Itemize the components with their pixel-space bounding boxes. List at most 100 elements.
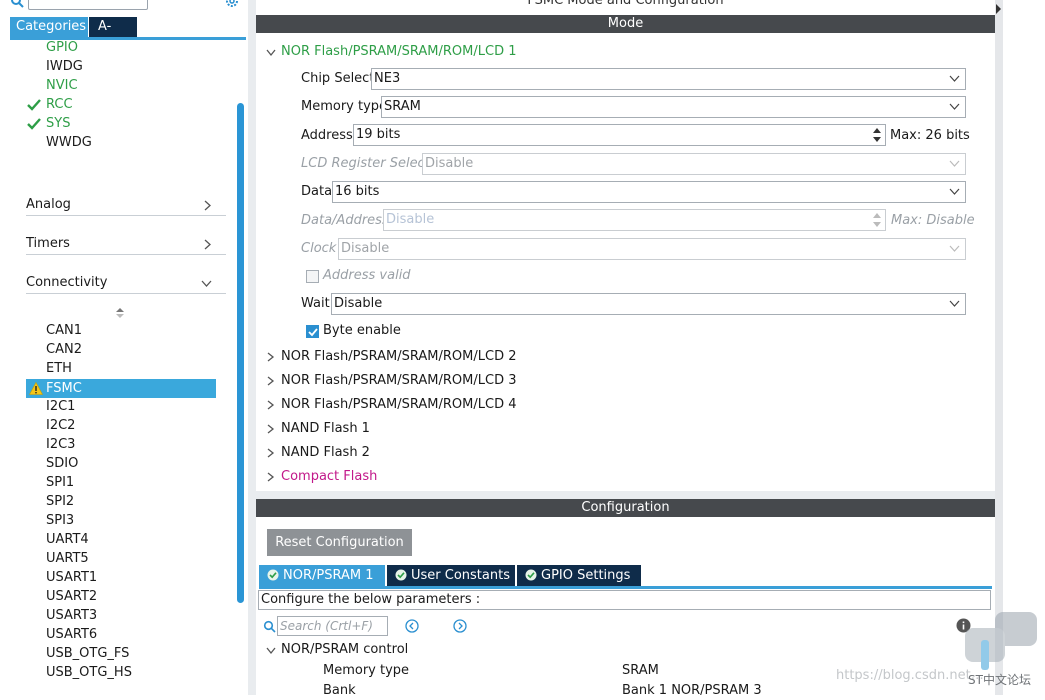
param-value: Bank 1 NOR/PSRAM 3	[622, 683, 762, 698]
tab-gpio-settings[interactable]: GPIO Settings	[517, 565, 641, 586]
watermark-url-text: https://blog.csdn.net	[836, 668, 971, 683]
chip-select-dropdown[interactable]: NE3	[371, 68, 966, 90]
chevron-right-icon	[204, 200, 211, 211]
list-item-usart2[interactable]: USART2	[46, 588, 97, 606]
spinner-arrows-icon[interactable]	[870, 211, 884, 229]
wait-dropdown[interactable]: Disable	[331, 293, 966, 315]
list-item-nvic[interactable]: NVIC	[46, 77, 78, 95]
list-item-i2c1[interactable]: I2C1	[46, 398, 75, 416]
data-address-max-label: Max: Disable	[891, 213, 975, 228]
pane-splitter[interactable]	[256, 491, 995, 499]
dropdown-value: NE3	[374, 71, 401, 86]
sort-icon[interactable]	[115, 307, 125, 319]
tab-user-constants[interactable]: User Constants	[387, 565, 515, 586]
list-item-label: FSMC	[46, 381, 82, 396]
dropdown-value: Disable	[341, 241, 390, 256]
list-item-sys[interactable]: SYS	[46, 115, 70, 133]
category-timers[interactable]: Timers	[26, 233, 226, 255]
mode-config-panel: FSMC Mode and Configuration Mode NOR Fla…	[256, 0, 995, 698]
chevron-down-icon	[949, 103, 960, 110]
list-item-usb-otg-hs[interactable]: USB_OTG_HS	[46, 664, 132, 682]
panel-divider[interactable]	[248, 0, 256, 695]
category-label: Timers	[26, 236, 70, 251]
check-icon	[308, 328, 318, 337]
dropdown-value: Disable	[425, 156, 474, 171]
check-circle-icon	[395, 569, 407, 581]
param-row[interactable]: Bank Bank 1 NOR/PSRAM 3	[256, 681, 995, 700]
check-circle-icon	[525, 569, 537, 581]
list-item-iwdg[interactable]: IWDG	[46, 58, 83, 76]
list-item-eth[interactable]: ETH	[46, 360, 72, 378]
chevron-right-icon[interactable]	[995, 3, 1002, 15]
list-item-spi2[interactable]: SPI2	[46, 493, 74, 511]
forum-logo-icon	[965, 612, 1037, 670]
tab-label: GPIO Settings	[541, 568, 631, 583]
list-item-i2c3[interactable]: I2C3	[46, 436, 75, 454]
category-analog[interactable]: Analog	[26, 194, 226, 216]
component-search-input[interactable]	[28, 0, 148, 10]
chevron-right-icon	[267, 472, 275, 482]
chevron-down-icon	[201, 280, 212, 287]
list-item-wwdg[interactable]: WWDG	[46, 134, 92, 152]
tab-a-z[interactable]: A->Z	[89, 17, 137, 54]
chevron-right-icon	[267, 352, 275, 362]
data-address-spinner[interactable]: Disable	[383, 209, 886, 231]
gear-icon[interactable]	[224, 0, 240, 9]
list-item-spi1[interactable]: SPI1	[46, 474, 74, 492]
section-label: NOR Flash/PSRAM/SRAM/ROM/LCD 4	[281, 397, 517, 412]
tab-nor-psram-1[interactable]: NOR/PSRAM 1	[259, 565, 385, 586]
section-label: NAND Flash 2	[281, 445, 370, 460]
list-item-i2c2[interactable]: I2C2	[46, 417, 75, 435]
byte-enable-label: Byte enable	[323, 323, 401, 338]
list-item-usb-otg-fs[interactable]: USB_OTG_FS	[46, 645, 129, 663]
chevron-down-icon	[949, 75, 960, 82]
data-address-label: Data/Address	[301, 213, 389, 228]
param-group-label: NOR/PSRAM control	[281, 642, 409, 657]
tab-label: User Constants	[411, 568, 510, 583]
list-item-can2[interactable]: CAN2	[46, 341, 82, 359]
check-circle-icon	[267, 569, 279, 581]
tab-categories[interactable]: Categories	[10, 17, 88, 37]
collapse-bar[interactable]	[995, 0, 1003, 695]
spinner-arrows-icon[interactable]	[870, 126, 884, 144]
list-item-fsmc-selected[interactable]: FSMC	[26, 379, 216, 398]
chevron-down-icon	[949, 188, 960, 195]
byte-enable-checkbox[interactable]	[306, 325, 319, 338]
list-item-can1[interactable]: CAN1	[46, 322, 82, 340]
list-item-gpio[interactable]: GPIO	[46, 39, 78, 57]
reset-configuration-button[interactable]: Reset Configuration	[267, 529, 412, 556]
previous-result-icon[interactable]	[405, 619, 419, 633]
address-valid-checkbox[interactable]	[306, 270, 319, 283]
lcd-register-select-dropdown[interactable]: Disable	[422, 153, 966, 175]
list-item-uart5[interactable]: UART5	[46, 550, 89, 568]
spinner-value: 19 bits	[356, 127, 401, 142]
next-result-icon[interactable]	[453, 619, 467, 633]
chip-select-label: Chip Select	[301, 71, 375, 86]
memory-type-dropdown[interactable]: SRAM	[381, 96, 966, 118]
view-tabs: Categories A->Z	[10, 17, 137, 54]
list-item-usart6[interactable]: USART6	[46, 626, 97, 644]
search-icon[interactable]	[10, 0, 24, 8]
list-item-uart4[interactable]: UART4	[46, 531, 89, 549]
list-item-usart3[interactable]: USART3	[46, 607, 97, 625]
address-spinner[interactable]: 19 bits	[353, 124, 886, 146]
data-width-dropdown[interactable]: 16 bits	[332, 181, 966, 203]
side-gutter	[1003, 0, 1045, 695]
tab-label: NOR/PSRAM 1	[283, 568, 374, 583]
dropdown-value: SRAM	[384, 99, 421, 114]
chevron-right-icon	[267, 448, 275, 458]
parameter-search-input[interactable]: Search (Crtl+F)	[277, 616, 388, 636]
chevron-down-icon	[266, 49, 276, 57]
clock-dropdown[interactable]: Disable	[338, 238, 966, 260]
section-label: NOR Flash/PSRAM/SRAM/ROM/LCD 1	[281, 44, 517, 59]
list-item-sdio[interactable]: SDIO	[46, 455, 78, 473]
param-key: Memory type	[323, 663, 410, 678]
scrollbar-thumb[interactable]	[237, 103, 244, 603]
list-item-rcc[interactable]: RCC	[46, 96, 73, 114]
list-item-spi3[interactable]: SPI3	[46, 512, 74, 530]
category-connectivity[interactable]: Connectivity	[26, 272, 226, 294]
dropdown-value: Disable	[334, 296, 383, 311]
forum-brand: ST中文论坛	[968, 673, 1031, 687]
chevron-down-icon	[949, 300, 960, 307]
list-item-usart1[interactable]: USART1	[46, 569, 97, 587]
